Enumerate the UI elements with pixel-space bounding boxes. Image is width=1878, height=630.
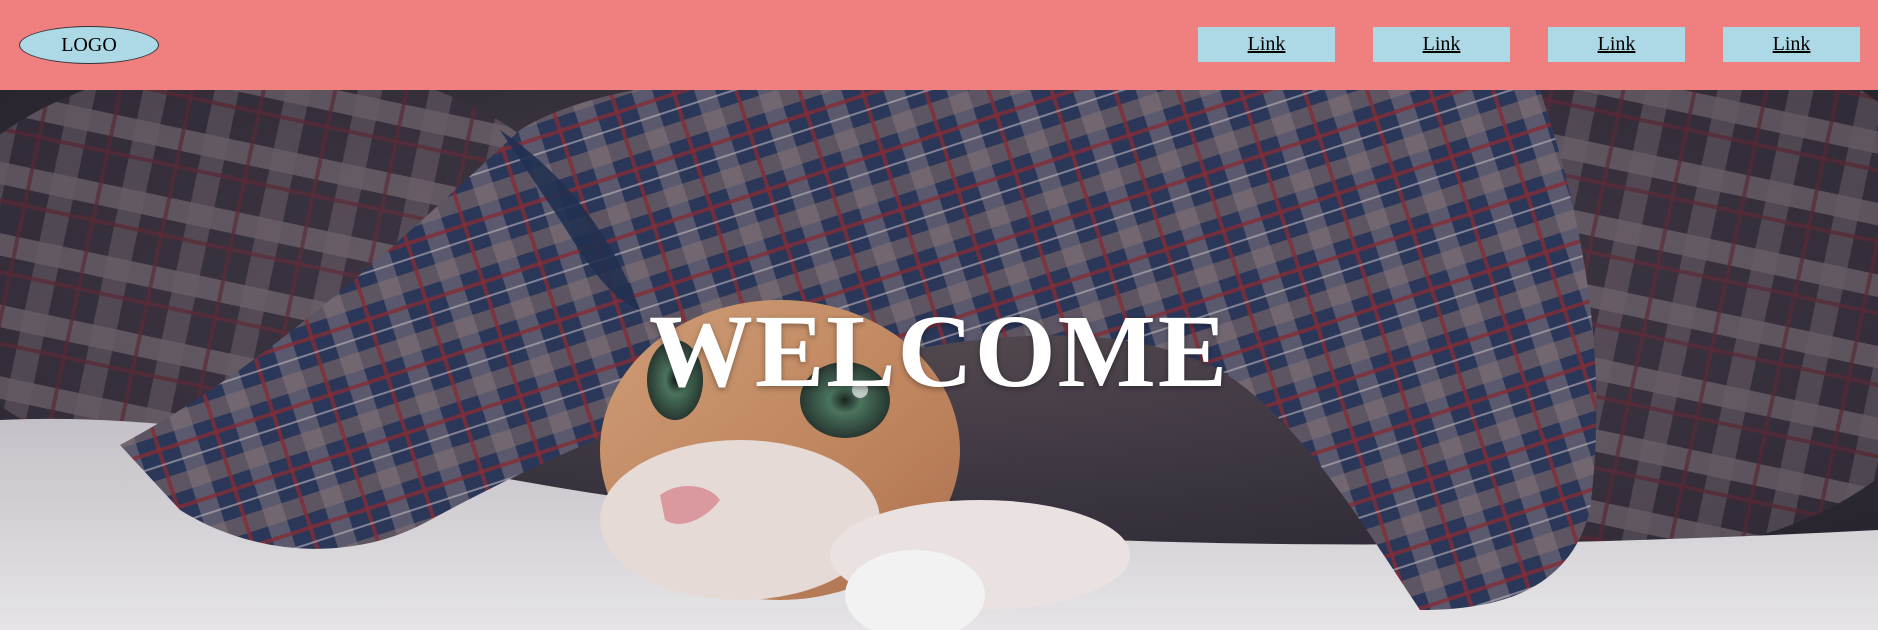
nav-link-3[interactable]: Link	[1548, 27, 1685, 62]
nav-link-2[interactable]: Link	[1373, 27, 1510, 62]
nav-link-1[interactable]: Link	[1198, 27, 1335, 62]
hero-banner: WELCOME	[0, 90, 1878, 630]
nav-link-4[interactable]: Link	[1723, 27, 1860, 62]
page: LOGO Link Link Link Link WELCOME	[0, 0, 1878, 630]
welcome-heading: WELCOME	[648, 294, 1230, 409]
logo[interactable]: LOGO	[19, 26, 159, 64]
top-navbar: LOGO Link Link Link Link	[0, 0, 1878, 90]
